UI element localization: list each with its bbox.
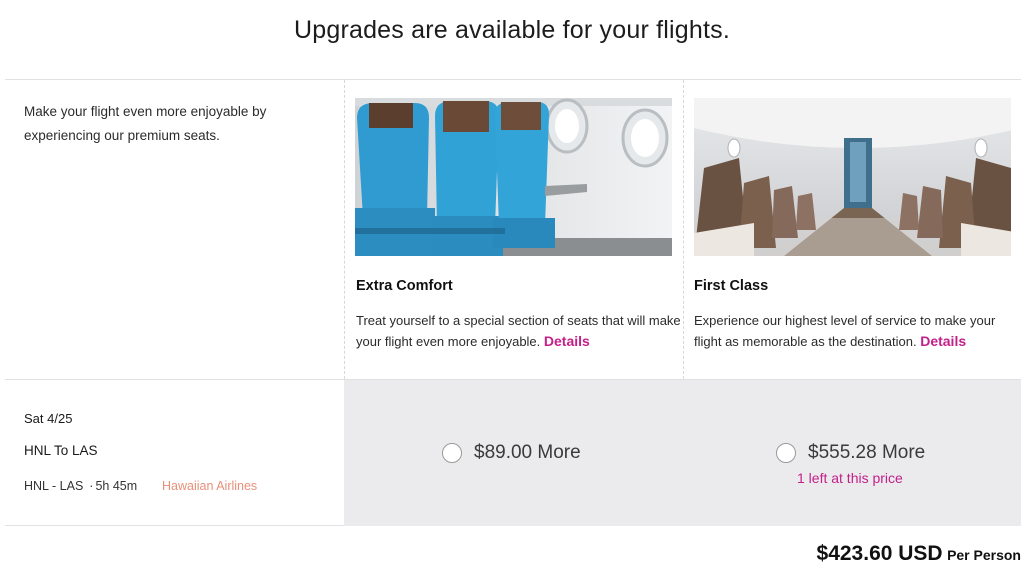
extra-comfort-price-cell[interactable]: $89.00 More (344, 380, 683, 526)
first-class-option[interactable]: $555.28 More (776, 442, 925, 464)
flight-duration: 5h 45m (95, 479, 138, 493)
airline-name: Hawaiian Airlines (162, 479, 258, 493)
page-title: Upgrades are available for your flights. (293, 16, 730, 44)
extra-comfort-option[interactable]: $89.00 More (442, 442, 581, 464)
intro-text: Make your flight even more enjoyable by … (24, 104, 267, 143)
extra-comfort-details-link[interactable]: Details (544, 333, 590, 349)
flight-date: Sat 4/25 (24, 411, 73, 426)
flight-summary: Sat 4/25 HNL To LAS HNL - LAS · 5h 45m Haw… (5, 380, 344, 526)
separator-dot: · (89, 479, 94, 493)
extra-comfort-image (355, 98, 672, 256)
first-class-radio[interactable] (776, 443, 796, 463)
flight-segment-code: HNL - LAS (24, 479, 84, 493)
first-class-details-link[interactable]: Details (920, 333, 966, 349)
first-class-scarcity: 1 left at this price (797, 470, 903, 486)
first-class-image (694, 98, 1011, 256)
total-amount: $423.60 USD (816, 542, 943, 565)
flight-segment: HNL - LAS · 5h 45m (24, 479, 137, 493)
first-class-title: First Class (694, 278, 769, 294)
total-per-person-label: Per Person (947, 547, 1021, 563)
total-price: $423.60 USD Per Person (817, 542, 1021, 566)
first-class-price: $555.28 More (808, 442, 926, 463)
first-class-description: Experience our highest level of service … (694, 310, 1024, 352)
upgrade-table: Make your flight even more enjoyable by … (5, 79, 1021, 526)
extra-comfort-title: Extra Comfort (356, 278, 453, 294)
extra-comfort-radio[interactable] (442, 443, 462, 463)
extra-comfort-description: Treat yourself to a special section of s… (356, 310, 686, 352)
first-class-price-cell[interactable]: $555.28 More 1 left at this price (683, 380, 1021, 526)
flight-route: HNL To LAS (24, 443, 98, 458)
column-divider (344, 80, 345, 379)
extra-comfort-description-text: Treat yourself to a special section of s… (356, 313, 681, 349)
extra-comfort-price: $89.00 More (474, 442, 581, 463)
